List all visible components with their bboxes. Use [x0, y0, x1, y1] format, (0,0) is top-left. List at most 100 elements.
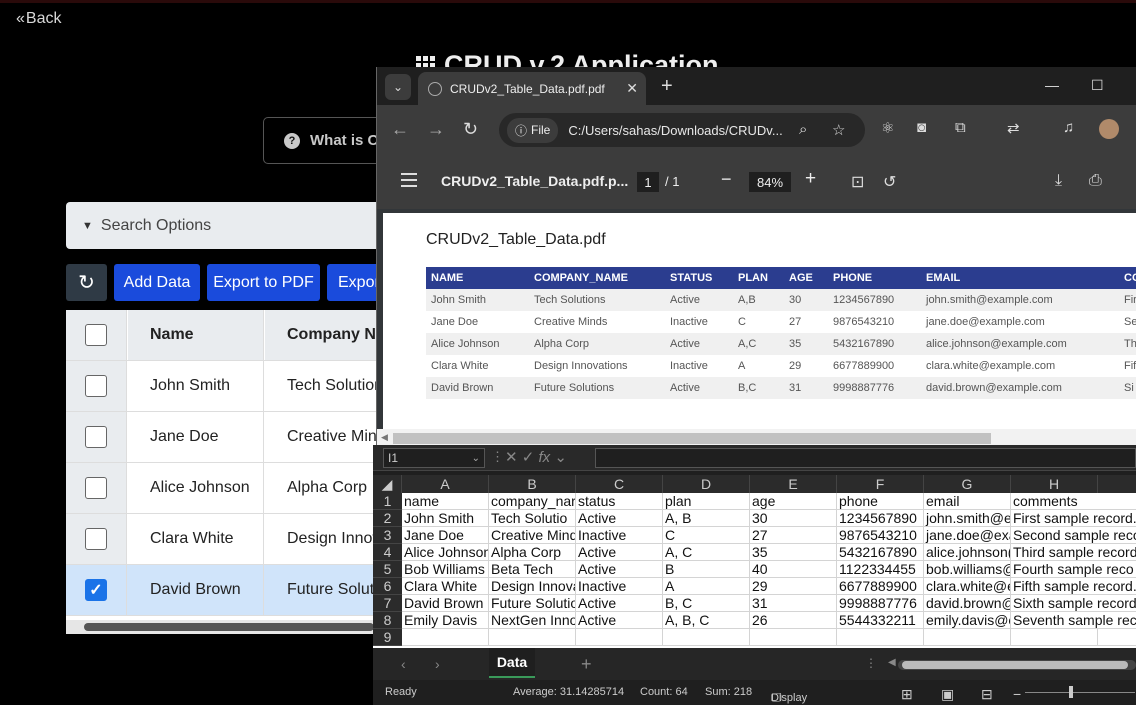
- spreadsheet-cell[interactable]: 6677889900: [837, 578, 924, 595]
- zoom-out-icon[interactable]: −: [721, 169, 732, 190]
- spreadsheet-cell[interactable]: Active: [576, 544, 663, 561]
- print-icon[interactable]: ⎙: [1089, 172, 1102, 190]
- spreadsheet-cell[interactable]: Alpha Corp: [489, 544, 576, 561]
- column-header[interactable]: [1098, 475, 1136, 493]
- spreadsheet-cell[interactable]: Beta Tech: [489, 561, 576, 578]
- spreadsheet-cell[interactable]: [1098, 629, 1136, 646]
- next-sheet-icon[interactable]: ›: [435, 656, 440, 672]
- spreadsheet-cell[interactable]: 27: [750, 527, 837, 544]
- profile-avatar[interactable]: [1099, 119, 1119, 139]
- row-header[interactable]: 7: [373, 595, 402, 612]
- table-scroll-thumb[interactable]: [84, 623, 374, 631]
- pdf-scroll-thumb[interactable]: [393, 433, 991, 444]
- spreadsheet-cell[interactable]: 29: [750, 578, 837, 595]
- rotate-icon[interactable]: ↺: [883, 172, 896, 192]
- reload-icon[interactable]: ↻: [463, 119, 478, 140]
- spreadsheet-cell[interactable]: 9998887776: [837, 595, 924, 612]
- spreadsheet-cell[interactable]: Jane Doe: [402, 527, 489, 544]
- spreadsheet-cell[interactable]: Second sample reco: [1011, 527, 1136, 544]
- more-options-icon[interactable]: ⋮: [1129, 172, 1136, 192]
- address-bar[interactable]: ⓘ File C:/Users/sahas/Downloads/CRUDv... …: [499, 113, 865, 147]
- spreadsheet-cell[interactable]: Alice Johnson: [402, 544, 489, 561]
- spreadsheet-cell[interactable]: status: [576, 493, 663, 510]
- spreadsheet-cell[interactable]: A, B, C: [663, 612, 750, 629]
- function-icons[interactable]: ✕ ✓ fx ⌄: [505, 448, 567, 466]
- zoom-slider[interactable]: [1025, 692, 1135, 693]
- row-header[interactable]: 6: [373, 578, 402, 595]
- spreadsheet-cell[interactable]: [1011, 629, 1098, 646]
- spreadsheet-cell[interactable]: C: [663, 527, 750, 544]
- row-header[interactable]: 1: [373, 493, 402, 510]
- spreadsheet-cell[interactable]: bob.williams@: [924, 561, 1011, 578]
- spreadsheet-cell[interactable]: B: [663, 561, 750, 578]
- spreadsheet-cell[interactable]: [837, 629, 924, 646]
- site-info-chip[interactable]: ⓘ File: [507, 117, 559, 143]
- spreadsheet-cell[interactable]: Seventh sample reco: [1011, 612, 1136, 629]
- back-arrow-icon[interactable]: ←: [391, 119, 409, 140]
- table-row[interactable]: Alice Johnson Alpha Corp: [66, 463, 386, 514]
- spreadsheet-cell[interactable]: [750, 629, 837, 646]
- spreadsheet-cell[interactable]: plan: [663, 493, 750, 510]
- row-header[interactable]: 4: [373, 544, 402, 561]
- spreadsheet-cell[interactable]: name: [402, 493, 489, 510]
- row-checkbox[interactable]: [85, 528, 107, 550]
- select-all-corner[interactable]: ◢: [373, 475, 402, 493]
- header-company[interactable]: Company Name: [265, 310, 386, 360]
- table-scrollbar[interactable]: [66, 620, 386, 634]
- scroll-left-icon[interactable]: ◀: [888, 657, 896, 668]
- spreadsheet-cell[interactable]: john.smith@e: [924, 510, 1011, 527]
- column-header[interactable]: F: [837, 475, 924, 493]
- close-tab-icon[interactable]: ✕: [626, 80, 638, 97]
- forward-arrow-icon[interactable]: →: [427, 119, 445, 140]
- react-extension-icon[interactable]: ⚛: [881, 119, 894, 137]
- spreadsheet-cell[interactable]: Tech Solutio: [489, 510, 576, 527]
- spreadsheet-cell[interactable]: 35: [750, 544, 837, 561]
- column-header[interactable]: D: [663, 475, 750, 493]
- spreadsheet-cell[interactable]: alice.johnson(: [924, 544, 1011, 561]
- spreadsheet-cell[interactable]: 1122334455: [837, 561, 924, 578]
- column-header[interactable]: C: [576, 475, 663, 493]
- spreadsheet-cell[interactable]: company_nar: [489, 493, 576, 510]
- add-sheet-icon[interactable]: +: [581, 654, 592, 675]
- spreadsheet-cell[interactable]: Future Solutio: [489, 595, 576, 612]
- spreadsheet-cell[interactable]: Creative Mind: [489, 527, 576, 544]
- spreadsheet-cell[interactable]: phone: [837, 493, 924, 510]
- export-pdf-button[interactable]: Export to PDF: [207, 264, 320, 301]
- spreadsheet-cell[interactable]: comments: [1011, 493, 1098, 510]
- search-options-toggle[interactable]: ▼ Search Options: [66, 202, 406, 249]
- menu-icon[interactable]: [401, 173, 417, 191]
- sheet-scroll-thumb[interactable]: [902, 661, 1128, 669]
- zoom-out-icon[interactable]: −: [1013, 686, 1021, 702]
- row-checkbox-checked[interactable]: ✓: [85, 579, 107, 601]
- spreadsheet-cell[interactable]: jane.doe@exa: [924, 527, 1011, 544]
- zoom-in-icon[interactable]: +: [805, 168, 816, 190]
- spreadsheet-cell[interactable]: Active: [576, 612, 663, 629]
- sheet-tab-data[interactable]: Data: [489, 648, 535, 678]
- scroll-left-arrow-icon[interactable]: ◀: [381, 432, 388, 443]
- row-header[interactable]: 8: [373, 612, 402, 629]
- name-box[interactable]: I1 ⌄: [383, 448, 485, 468]
- spreadsheet-cell[interactable]: age: [750, 493, 837, 510]
- spreadsheet-cell[interactable]: NextGen Inno: [489, 612, 576, 629]
- spreadsheet-cell[interactable]: Third sample record: [1011, 544, 1136, 561]
- fit-page-icon[interactable]: ⊡: [851, 172, 864, 192]
- spreadsheet-cell[interactable]: [663, 629, 750, 646]
- normal-view-icon[interactable]: ⊞: [901, 686, 913, 703]
- spreadsheet-cell[interactable]: Emily Davis: [402, 612, 489, 629]
- spreadsheet-cell[interactable]: Active: [576, 510, 663, 527]
- spreadsheet-cell[interactable]: 9876543210: [837, 527, 924, 544]
- spreadsheet-cell[interactable]: 30: [750, 510, 837, 527]
- spreadsheet-cell[interactable]: [402, 629, 489, 646]
- column-header[interactable]: A: [402, 475, 489, 493]
- spreadsheet-cell[interactable]: Inactive: [576, 527, 663, 544]
- spreadsheet-cell[interactable]: Design Innova: [489, 578, 576, 595]
- column-header[interactable]: B: [489, 475, 576, 493]
- table-row-selected[interactable]: ✓ David Brown Future Solutions: [66, 565, 386, 616]
- row-header[interactable]: 2: [373, 510, 402, 527]
- spreadsheet-cell[interactable]: John Smith: [402, 510, 489, 527]
- camera-extension-icon[interactable]: ◙: [917, 119, 926, 136]
- minimize-icon[interactable]: —: [1045, 77, 1059, 93]
- spreadsheet-cell[interactable]: David Brown: [402, 595, 489, 612]
- spreadsheet-cell[interactable]: Clara White: [402, 578, 489, 595]
- spreadsheet-cell[interactable]: [576, 629, 663, 646]
